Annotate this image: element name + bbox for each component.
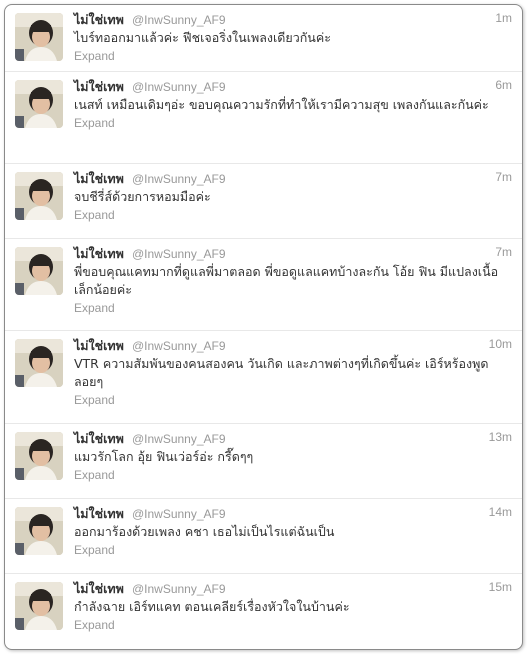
username[interactable]: @InwSunny_AF9 — [132, 339, 226, 353]
avatar[interactable] — [15, 172, 63, 220]
tweet-item[interactable]: ไม่ใช่เทพ @InwSunny_AF9 15m กำลังฉาย เอิ… — [5, 574, 522, 649]
tweet-item[interactable]: ไม่ใช่เทพ @InwSunny_AF9 7m จบชีรี่ส์ด้วย… — [5, 164, 522, 239]
tweet-text: กำลังฉาย เอิร์ทแคท ตอนเคลียร์เรื่องหัวใจ… — [74, 599, 350, 614]
expand-link[interactable]: Expand — [74, 115, 512, 131]
username[interactable]: @InwSunny_AF9 — [132, 432, 226, 446]
display-name[interactable]: ไม่ใช่เทพ — [74, 431, 124, 446]
expand-link[interactable]: Expand — [74, 207, 512, 223]
username[interactable]: @InwSunny_AF9 — [132, 80, 226, 94]
tweet-item[interactable]: ไม่ใช่เทพ @InwSunny_AF9 13m แมวรักโลก อุ… — [5, 424, 522, 499]
timestamp[interactable]: 6m — [495, 77, 512, 94]
display-name[interactable]: ไม่ใช่เทพ — [74, 246, 124, 261]
timestamp[interactable]: 15m — [489, 579, 512, 596]
tweet-text: พี่ขอบคุณแคทมากที่ดูแลพี่มาตลอด พี่ขอดูแ… — [74, 264, 499, 297]
display-name[interactable]: ไม่ใช่เทพ — [74, 581, 124, 596]
username[interactable]: @InwSunny_AF9 — [132, 507, 226, 521]
expand-link[interactable]: Expand — [74, 467, 512, 483]
display-name[interactable]: ไม่ใช่เทพ — [74, 12, 124, 27]
timestamp[interactable]: 10m — [489, 336, 512, 353]
username[interactable]: @InwSunny_AF9 — [132, 247, 226, 261]
display-name[interactable]: ไม่ใช่เทพ — [74, 171, 124, 186]
avatar[interactable] — [15, 339, 63, 387]
username[interactable]: @InwSunny_AF9 — [132, 172, 226, 186]
display-name[interactable]: ไม่ใช่เทพ — [74, 79, 124, 94]
display-name[interactable]: ไม่ใช่เทพ — [74, 338, 124, 353]
tweet-text: ไบร์ทออกมาแล้วค่ะ ฟีชเจอริ่งในเพลงเดียวก… — [74, 30, 331, 45]
avatar[interactable] — [15, 13, 63, 61]
tweet-text: ออกมาร้องด้วยเพลง คชา เธอไม่เป็นไรแต่ฉัน… — [74, 524, 335, 539]
timestamp[interactable]: 13m — [489, 429, 512, 446]
expand-link[interactable]: Expand — [74, 392, 512, 408]
tweet-text: จบชีรี่ส์ด้วยการหอมมือค่ะ — [74, 189, 211, 204]
avatar[interactable] — [15, 582, 63, 630]
avatar[interactable] — [15, 432, 63, 480]
tweet-item[interactable]: ไม่ใช่เทพ @InwSunny_AF9 10m VTR ความสัมพ… — [5, 331, 522, 424]
timestamp[interactable]: 7m — [495, 169, 512, 186]
expand-link[interactable]: Expand — [74, 48, 512, 64]
timestamp[interactable]: 14m — [489, 504, 512, 521]
expand-link[interactable]: Expand — [74, 300, 512, 316]
tweet-item[interactable]: ไม่ใช่เทพ @InwSunny_AF9 14m ออกมาร้องด้ว… — [5, 499, 522, 574]
expand-link[interactable]: Expand — [74, 617, 512, 633]
display-name[interactable]: ไม่ใช่เทพ — [74, 506, 124, 521]
avatar[interactable] — [15, 247, 63, 295]
tweet-text: เนสท์ เหมือนเดิมๆอ่ะ ขอบคุณความรักที่ทำใ… — [74, 97, 489, 112]
avatar[interactable] — [15, 80, 63, 128]
username[interactable]: @InwSunny_AF9 — [132, 13, 226, 27]
tweet-text: VTR ความสัมพันของคนสองคน วันเกิด และภาพต… — [74, 356, 489, 389]
timestamp[interactable]: 7m — [495, 244, 512, 261]
tweet-timeline: ไม่ใช่เทพ @InwSunny_AF9 1m ไบร์ทออกมาแล้… — [4, 4, 523, 650]
tweet-item[interactable]: ไม่ใช่เทพ @InwSunny_AF9 1m ไบร์ทออกมาแล้… — [5, 5, 522, 72]
tweet-item[interactable]: ไม่ใช่เทพ @InwSunny_AF9 7m พี่ขอบคุณแคทม… — [5, 239, 522, 331]
timestamp[interactable]: 1m — [495, 10, 512, 27]
username[interactable]: @InwSunny_AF9 — [132, 582, 226, 596]
avatar[interactable] — [15, 507, 63, 555]
expand-link[interactable]: Expand — [74, 542, 512, 558]
tweet-item[interactable]: ไม่ใช่เทพ @InwSunny_AF9 6m เนสท์ เหมือนเ… — [5, 72, 522, 164]
tweet-text: แมวรักโลก อุ้ย ฟินเว่อร์อ่ะ กรี๊ดๆๆ — [74, 449, 254, 464]
